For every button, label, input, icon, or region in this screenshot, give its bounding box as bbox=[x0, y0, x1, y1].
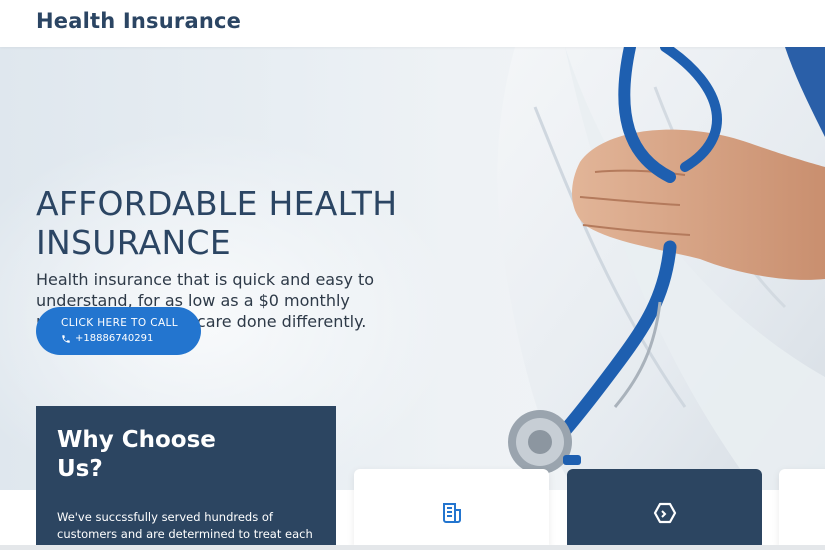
document-icon bbox=[443, 503, 461, 523]
feature-card[interactable] bbox=[779, 469, 825, 550]
call-phone-row: +18886740291 bbox=[61, 331, 201, 347]
call-button-label: CLICK HERE TO CALL bbox=[61, 317, 179, 329]
phone-icon bbox=[62, 335, 70, 343]
why-choose-us-text: We've succssfully served hundreds of cus… bbox=[57, 510, 313, 541]
bottom-strip bbox=[0, 545, 825, 550]
hexagon-icon bbox=[653, 502, 677, 524]
site-header: Health Insurance bbox=[0, 0, 825, 47]
why-choose-us-title: Why Choose Us? bbox=[57, 427, 216, 482]
hero-title: AFFORDABLE HEALTH INSURANCE bbox=[36, 184, 398, 262]
call-phone-number: +18886740291 bbox=[75, 333, 154, 344]
call-button[interactable]: CLICK HERE TO CALL +18886740291 bbox=[36, 307, 201, 355]
feature-card[interactable] bbox=[354, 469, 549, 550]
why-choose-us-panel: Why Choose Us? We've succssfully served … bbox=[36, 406, 336, 550]
feature-card[interactable] bbox=[567, 469, 762, 550]
brand-logo[interactable]: Health Insurance bbox=[36, 9, 241, 33]
doctor-stethoscope-image bbox=[497, 47, 825, 490]
